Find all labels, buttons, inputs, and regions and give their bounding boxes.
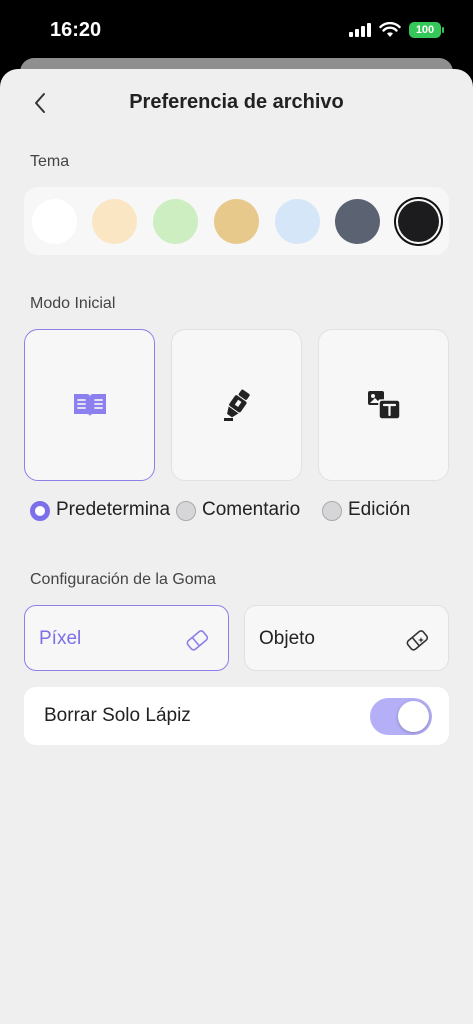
initial-mode-radio-group: Predetermina Comentario Edición [0,497,473,523]
image-text-icon [367,391,401,420]
theme-swatch-tan[interactable] [214,199,259,244]
radio-comment[interactable] [176,501,196,521]
cellular-signal-icon [349,23,371,37]
theme-swatch-black[interactable] [398,201,439,242]
highlighter-icon [223,389,250,421]
object-eraser-icon [406,630,429,651]
open-book-icon [73,394,106,417]
battery-indicator: 100 [409,22,444,38]
initial-mode-section-label: Modo Inicial [30,295,116,312]
eraser-option-object-label: Objeto [259,628,315,649]
theme-picker [24,187,449,255]
theme-swatch-cream[interactable] [92,199,137,244]
radio-edit[interactable] [322,501,342,521]
radio-default-label: Predetermina [56,499,171,520]
radio-edit-label: Edición [348,499,411,520]
eraser-option-pixel[interactable]: Píxel [24,605,229,671]
eraser-section-label: Configuración de la Goma [30,571,216,588]
status-time: 16:20 [50,19,102,41]
eraser-icon [186,630,209,651]
theme-swatch-green[interactable] [153,199,198,244]
theme-section-label: Tema [30,153,70,170]
radio-default[interactable] [30,501,50,521]
theme-swatch-blue[interactable] [275,199,320,244]
eraser-option-object[interactable]: Objeto [244,605,449,671]
mode-card-edit[interactable] [318,329,449,481]
theme-swatch-white[interactable] [32,199,77,244]
theme-swatch-slate[interactable] [335,199,380,244]
mode-card-default[interactable] [24,329,155,481]
pencil-only-row: Borrar Solo Lápiz [24,687,449,745]
status-icons: 100 [349,22,444,38]
status-bar: 16:20 100 [0,0,473,60]
preferences-sheet: Preferencia de archivo Tema Modo Inicial [0,69,473,1024]
pencil-only-label: Borrar Solo Lápiz [44,705,191,726]
toggle-knob [398,701,429,732]
page-title: Preferencia de archivo [129,91,344,113]
pencil-only-toggle[interactable] [370,698,432,735]
mode-card-comment[interactable] [171,329,302,481]
radio-comment-label: Comentario [202,499,301,520]
nav-bar: Preferencia de archivo [0,69,473,135]
eraser-option-pixel-label: Píxel [39,628,82,649]
wifi-icon [379,22,401,37]
